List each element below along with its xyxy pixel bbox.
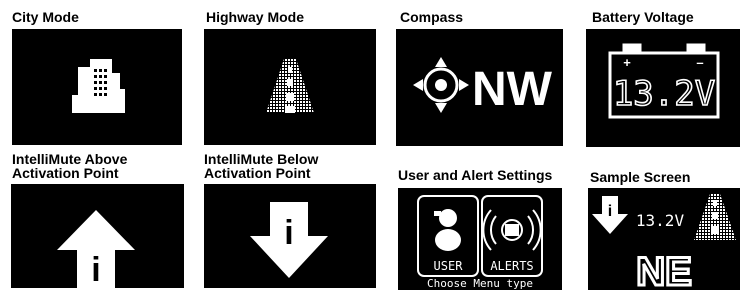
info-glyph: i <box>91 251 100 288</box>
caption-compass: Compass <box>400 9 464 25</box>
intellimute-above-screen: i <box>11 184 184 288</box>
user-label: USER <box>434 259 464 273</box>
caption-intellimute-below-line2: Activation Point <box>204 165 311 181</box>
caption-highway-mode: Highway Mode <box>206 9 305 25</box>
caption-user-alert-settings: User and Alert Settings <box>398 167 553 183</box>
caption-battery-voltage: Battery Voltage <box>592 9 694 25</box>
highway-road-icon <box>694 194 736 240</box>
compass-screen: NW <box>396 29 563 146</box>
intellimute-below-screen: i <box>204 184 376 288</box>
caption-intellimute-above-line1: IntelliMute Above <box>12 151 128 167</box>
sample-compass-heading: NE <box>636 250 692 290</box>
alerts-icon <box>482 209 542 251</box>
battery-plus-sign: + <box>623 55 631 70</box>
caption-city-mode: City Mode <box>12 9 79 25</box>
battery-minus-sign: – <box>696 55 703 70</box>
caption-intellimute-above-line2: Activation Point <box>12 165 119 181</box>
compass-crosshair-icon <box>413 57 469 113</box>
caption-intellimute-below-line1: IntelliMute Below <box>204 151 319 167</box>
highway-mode-screen <box>204 29 376 145</box>
compass-heading: NW <box>472 63 553 116</box>
choose-menu-prompt: Choose Menu type <box>427 277 533 290</box>
highway-road-icon <box>266 59 314 113</box>
caption-sample-screen: Sample Screen <box>590 169 691 185</box>
battery-voltage-value: 13.2V <box>613 74 715 114</box>
sample-voltage-value: 13.2V <box>636 211 685 230</box>
sample-screen: i 13.2V NE <box>588 188 740 290</box>
city-building-icon <box>72 59 125 113</box>
info-glyph: i <box>284 214 293 252</box>
alerts-label: ALERTS <box>490 259 533 273</box>
user-icon <box>434 209 461 251</box>
user-alert-settings-screen: USER ALERTS Choose Menu type <box>398 188 562 290</box>
info-glyph: i <box>608 203 612 220</box>
battery-screen: + – 13.2V <box>586 29 740 147</box>
city-mode-screen <box>12 29 182 145</box>
